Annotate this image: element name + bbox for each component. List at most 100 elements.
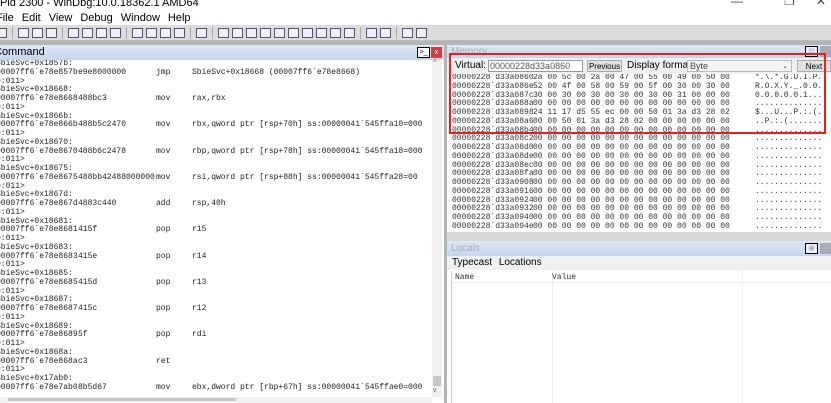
command-output[interactable]: SbieSvc+0x1857b: 00007ff6`e78e857b e9e8000… (0, 60, 432, 397)
command-line: 00007ff6`e78e8683 415e pop r14 (0, 251, 432, 262)
instr-bytes: 415c (78, 304, 98, 313)
command-line: 00007ff6`e78e8689 5f pop rdi (0, 330, 432, 340)
menu-file[interactable]: File (0, 11, 14, 25)
command-line: 00007ff6`e78e857b e9e8000000 jmp SbieSvc+0x… (0, 67, 432, 78)
menu-window[interactable]: Window (121, 11, 160, 25)
instr-op: pop (156, 277, 171, 287)
locals-table-header: Name Value (452, 271, 831, 403)
instr-bytes: 488bb42488000000 (78, 172, 155, 182)
instr-bytes: 8b5d67 (78, 382, 107, 392)
instr-args: r14 (192, 251, 207, 261)
command-browser-icon[interactable] (344, 27, 355, 38)
title-bar: Pid 2300 - WinDbg:10.0.18362.1 AMD64 — ❐… (0, 0, 831, 11)
instr-bytes: e9e8000000 (78, 67, 127, 77)
minimize-button[interactable]: — (731, 0, 743, 7)
hand-icon[interactable] (196, 27, 207, 38)
menu-edit[interactable]: Edit (22, 11, 41, 25)
memory-icon[interactable] (274, 27, 285, 38)
menu-debug[interactable]: Debug (80, 11, 112, 25)
command-line: 00007ff6`e78e868a c3 ret (0, 357, 432, 367)
cut-icon[interactable] (18, 27, 29, 38)
options-icon[interactable] (416, 27, 427, 38)
locals-window-icon[interactable]: ▣ (805, 243, 818, 254)
instr-bytes: 415f (78, 225, 98, 235)
processes-icon[interactable] (330, 27, 341, 38)
command-line: 00007ff6`e78e8670 488b6c2478 mov rbp,qword … (0, 147, 432, 157)
locals-icon[interactable] (246, 27, 257, 38)
command-line: 00007ff6`e78e8681 415f pop r15 (0, 225, 432, 235)
copy-icon[interactable] (32, 27, 43, 38)
scratch-pad-icon[interactable] (316, 27, 327, 38)
run-to-cursor-icon[interactable] (174, 27, 185, 38)
instr-bytes: 488bc3 (78, 94, 107, 103)
watch-icon[interactable] (232, 27, 243, 38)
step-over-source-icon[interactable] (82, 27, 93, 38)
locals-toolbar: Typecast Locations (447, 256, 831, 270)
break-icon[interactable] (110, 27, 121, 38)
instr-op: jmp (156, 67, 171, 77)
memory-ascii: .............. (755, 221, 823, 231)
instr-args: SbieSvc+0x18668 (00007ff6`e78e8668) (192, 67, 361, 77)
locals-panel-header: Locals ▣ · (447, 241, 831, 256)
command-line: 00007ff6`e78e866b 488b5c2470 mov rbx,qword … (0, 120, 432, 130)
command-line: 00007ff6`e78e8687 415c pop r12 (0, 304, 432, 314)
instr-args: rsi,qword ptr [rsp+88h] ss:00000041`545f… (192, 172, 418, 182)
command-line: 00007ff6`e78e8685 415d pop r13 (0, 277, 432, 288)
step-over-icon[interactable] (146, 27, 157, 38)
step-into-icon[interactable] (132, 27, 143, 38)
column-value[interactable]: Value (552, 273, 576, 282)
close-button[interactable]: ✕ (816, 0, 826, 7)
column-name[interactable]: Name (455, 273, 474, 282)
command-line: 00007ff6`e78e867d 4883c440 add rsp,40h (0, 199, 432, 209)
step-out-icon[interactable] (160, 27, 171, 38)
toolbar-separator (212, 26, 213, 39)
command-vertical-scrollbar[interactable]: ^ v (432, 58, 442, 397)
instr-op: mov (156, 94, 171, 103)
menu-help[interactable]: Help (168, 11, 191, 25)
panel-separator (447, 232, 831, 241)
instr-op: pop (156, 251, 171, 261)
instr-bytes: 5f (78, 330, 88, 340)
command-line: 00007ff6`e78e8675 488bb42488000000 mov rsi… (0, 172, 432, 183)
command-prompt-icon[interactable]: >_ (417, 47, 430, 58)
instr-op: add (156, 199, 171, 208)
locals-close-button[interactable]: · (820, 243, 831, 254)
command-panel-title: Command (0, 46, 45, 58)
stop-debugging-icon[interactable] (96, 27, 107, 38)
memory-hex: 00 00 00 00 00 00 00 00 00 00 00 00 00 0… (533, 221, 730, 231)
instr-args: r12 (192, 304, 207, 313)
step-into-source-icon[interactable] (68, 27, 79, 38)
menu-view[interactable]: View (49, 11, 73, 25)
instr-op: pop (156, 304, 171, 313)
open-icon[interactable] (0, 27, 7, 38)
instr-addr: 00007ff6`e78e7ab0 (0, 382, 78, 392)
instr-args: rsp,40h (192, 199, 226, 208)
instr-bytes: 415d (78, 277, 98, 287)
horizontal-scroll-thumb[interactable] (8, 398, 236, 401)
window-title: Pid 2300 - WinDbg:10.0.18362.1 AMD64 (0, 0, 199, 9)
toolbar-separator (62, 26, 63, 39)
highlight-rectangle (449, 53, 826, 134)
instr-args: r15 (192, 225, 207, 235)
toolbar-separator (126, 26, 127, 39)
typecast-button[interactable]: Typecast (452, 257, 492, 268)
maximize-button[interactable]: ❐ (784, 0, 795, 7)
disassembly-icon[interactable] (302, 27, 313, 38)
instr-op: pop (156, 330, 171, 340)
instr-args: ebx,dword ptr [rbp+67h] ss:00000041`545f… (192, 382, 423, 392)
memory-row: 00000228`d33a094e 00 00 00 00 00 00 00 00… (452, 221, 831, 232)
command-line: 00007ff6`e78e8668 488bc3 mov rax,rbx (0, 94, 432, 104)
call-stack-icon[interactable] (288, 27, 299, 38)
hex-mode-icon[interactable] (380, 27, 391, 38)
source-mode-icon[interactable] (366, 27, 377, 38)
menu-bar: File Edit View Debug Window Help (0, 11, 831, 25)
command-close-button[interactable]: x (431, 47, 442, 58)
instr-args: rax,rbx (192, 94, 226, 103)
font-icon[interactable] (402, 27, 413, 38)
locations-button[interactable]: Locations (499, 257, 542, 268)
paste-icon[interactable] (46, 27, 57, 38)
command-window-icon[interactable] (218, 27, 229, 38)
registers-icon[interactable] (260, 27, 271, 38)
command-panel-header: Command >_ x (0, 45, 444, 60)
instr-op: mov (156, 120, 171, 130)
